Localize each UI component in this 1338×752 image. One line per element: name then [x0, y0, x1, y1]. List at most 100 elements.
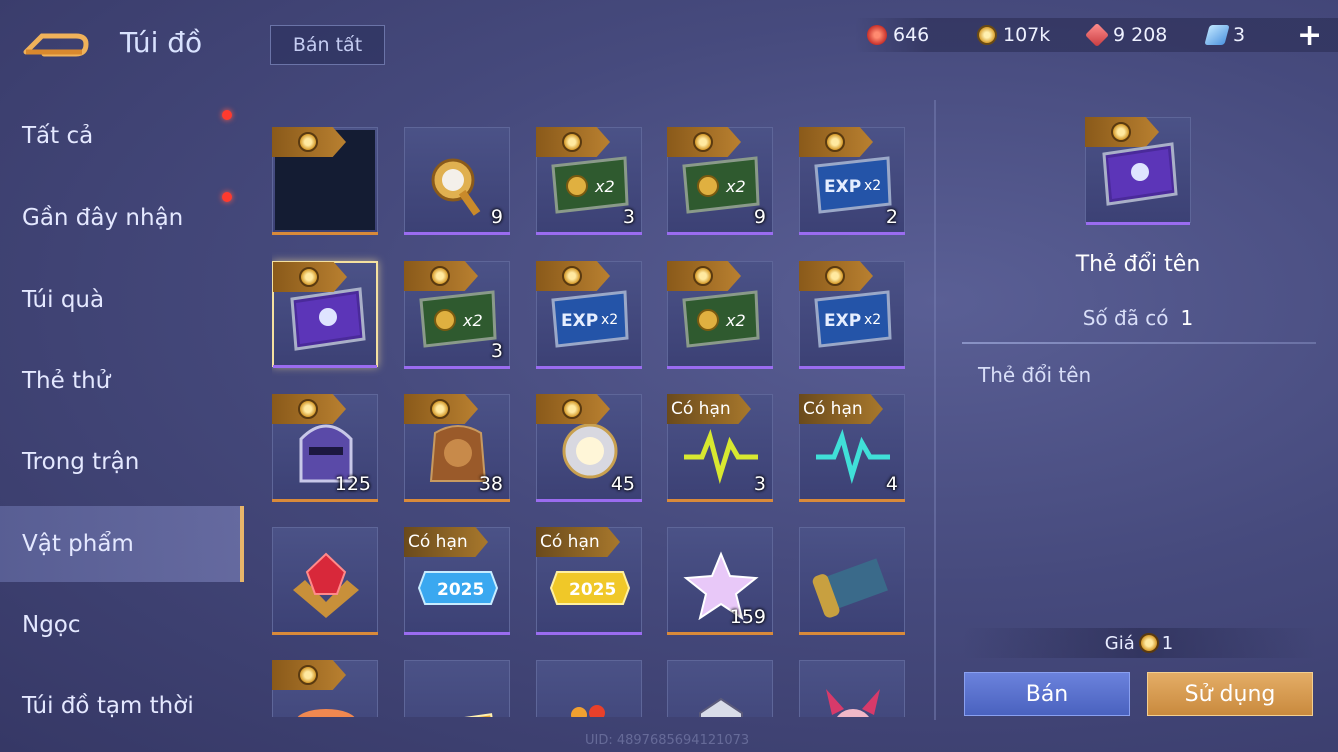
sidebar-item-trial-cards[interactable]: Thẻ thử [0, 343, 244, 419]
coin-icon [430, 399, 450, 419]
badge-2025-gold-icon: 2025 [549, 571, 631, 605]
rarity-bar [799, 232, 905, 235]
sell-all-button[interactable]: Bán tất [270, 25, 385, 65]
back-button[interactable] [22, 24, 90, 60]
coin-icon [562, 266, 582, 286]
rarity-bar [1086, 222, 1190, 225]
item-count: 125 [334, 473, 371, 495]
coin-icon [825, 266, 845, 286]
rarity-bar [799, 632, 905, 635]
heartbeat-cyan-icon [816, 429, 890, 485]
item-slot[interactable]: 125 [272, 394, 378, 502]
price-tag [799, 127, 873, 157]
sidebar-item-all[interactable]: Tất cả [0, 98, 244, 174]
price-tag [536, 127, 610, 157]
notification-dot [222, 110, 232, 120]
rarity-bar [404, 499, 510, 502]
svg-text:x2: x2 [601, 312, 618, 328]
back-arrow-icon [23, 33, 89, 57]
item-slot[interactable]: 2025 Có hạn [404, 527, 510, 635]
coin-icon [693, 266, 713, 286]
owned-count: Số đã có 1 [962, 306, 1314, 330]
rarity-bar [536, 499, 642, 502]
sidebar-item-gems[interactable]: Ngọc [0, 587, 244, 663]
price-tag [536, 261, 610, 291]
item-count: 4 [885, 473, 898, 495]
sidebar-item-label: Ngọc [22, 612, 81, 638]
item-slot[interactable]: x2 9 [667, 127, 773, 235]
rarity-bar [799, 366, 905, 369]
item-count: 3 [490, 340, 503, 362]
item-count: 2 [885, 206, 898, 228]
price-label: Giá [1104, 632, 1135, 654]
detail-item-icon [1085, 117, 1191, 225]
price-tag [273, 262, 347, 292]
price-value: 1 [1161, 632, 1174, 654]
item-slot[interactable]: Có hạn 3 [667, 394, 773, 502]
item-slot[interactable]: x2 [667, 261, 773, 369]
gold-x2-card-icon: x2 [551, 156, 629, 214]
item-slot[interactable] [667, 660, 773, 717]
rename-card-icon [1102, 142, 1178, 206]
currency-ruby: 646 [867, 24, 967, 46]
pink-creature-icon [826, 689, 880, 717]
sell-button[interactable]: Bán [964, 672, 1130, 716]
sidebar: Tất cả Gần đây nhận Túi quà Thẻ thử Tron… [0, 98, 244, 752]
item-slot[interactable]: x2 3 [404, 261, 510, 369]
coin-icon [562, 132, 582, 152]
item-slot[interactable] [536, 660, 642, 717]
add-currency-button[interactable]: + [1297, 18, 1322, 53]
sidebar-item-temp-bag[interactable]: Túi đồ tạm thời [0, 668, 244, 744]
item-slot[interactable] [404, 660, 510, 717]
item-count: 9 [490, 206, 503, 228]
item-slot[interactable] [799, 660, 905, 717]
sidebar-item-label: Trong trận [22, 449, 140, 475]
sidebar-item-label: Tất cả [22, 123, 94, 149]
item-slot[interactable] [272, 527, 378, 635]
sidebar-item-items[interactable]: Vật phẩm [0, 506, 244, 582]
scroll-icon [812, 558, 888, 618]
use-button[interactable]: Sử dụng [1147, 672, 1313, 716]
item-slot[interactable] [272, 127, 378, 235]
item-slot[interactable]: 2025 Có hạn [536, 527, 642, 635]
item-slot[interactable] [272, 261, 378, 368]
item-slot[interactable]: EXP x2 [536, 261, 642, 369]
rarity-bar [536, 632, 642, 635]
ruby-icon [867, 25, 887, 45]
red-gem-emblem-icon [293, 552, 359, 618]
sidebar-item-gift-bag[interactable]: Túi quà [0, 262, 244, 338]
currency-gold: 107k [977, 24, 1077, 46]
sidebar-item-in-match[interactable]: Trong trận [0, 424, 244, 500]
limited-tag: Có hạn [536, 527, 620, 557]
coin-icon [299, 267, 319, 287]
currency-bar: 646 107k 9 208 3 + [855, 18, 1338, 53]
item-slot[interactable]: 38 [404, 394, 510, 502]
currency-value: 107k [1003, 24, 1051, 46]
item-slot[interactable]: 45 [536, 394, 642, 502]
sidebar-item-label: Túi quà [22, 287, 105, 313]
price-tag [667, 127, 741, 157]
svg-text:x2: x2 [594, 177, 615, 196]
gold-x2-card-icon: x2 [419, 290, 497, 348]
item-slot[interactable] [799, 527, 905, 635]
exp-x2-card-icon: EXP x2 [551, 290, 629, 348]
item-slot[interactable]: x2 3 [536, 127, 642, 235]
item-slot[interactable]: EXP x2 [799, 261, 905, 369]
coin-icon [825, 132, 845, 152]
blue-ticket-icon [1204, 25, 1230, 45]
item-slot[interactable] [272, 660, 378, 717]
item-slot[interactable]: Có hạn 4 [799, 394, 905, 502]
sidebar-item-recent[interactable]: Gần đây nhận [0, 180, 244, 256]
item-description: Thẻ đổi tên [978, 363, 1092, 387]
item-count: 9 [753, 206, 766, 228]
price-tag [272, 660, 346, 690]
coin-icon [562, 399, 582, 419]
red-gem-icon [1084, 22, 1110, 48]
item-slot[interactable]: EXP x2 2 [799, 127, 905, 235]
svg-text:2025: 2025 [437, 580, 484, 600]
coin-icon [1111, 122, 1131, 142]
item-slot[interactable]: 159 [667, 527, 773, 635]
item-slot[interactable]: 9 [404, 127, 510, 235]
price-tag [404, 394, 478, 424]
limited-tag: Có hạn [404, 527, 488, 557]
